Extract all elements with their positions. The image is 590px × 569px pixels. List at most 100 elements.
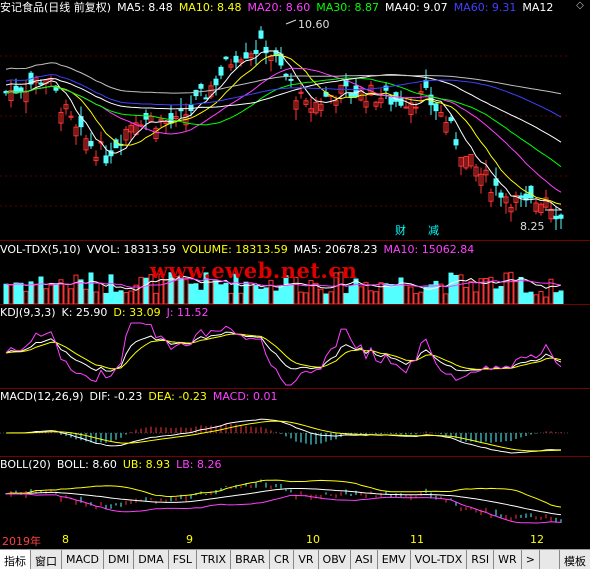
- tab-dma[interactable]: DMA: [134, 550, 169, 569]
- volume-bar: [413, 293, 419, 304]
- volume-bar: [533, 294, 539, 304]
- tab-more-arrow-icon[interactable]: >: [522, 550, 540, 569]
- volume-bar: [193, 283, 199, 304]
- tab-cr[interactable]: CR: [270, 550, 295, 569]
- volume-bar: [73, 274, 79, 304]
- tab-wr[interactable]: WR: [494, 550, 522, 569]
- volume-bar: [328, 291, 334, 304]
- vol-indicator-value: VOLUME: 18313.59: [182, 243, 288, 256]
- tab-vol-tdx[interactable]: VOL-TDX: [411, 550, 468, 569]
- tab-dmi[interactable]: DMI: [104, 550, 135, 569]
- volume-bar: [88, 272, 94, 304]
- tab-asi[interactable]: ASI: [351, 550, 378, 569]
- volume-bar: [393, 284, 399, 304]
- volume-bar: [288, 285, 294, 304]
- tab-indicator[interactable]: 指标: [0, 550, 31, 569]
- reduce-marker[interactable]: 减: [428, 222, 439, 238]
- kdj-indicator-value: J: 11.52: [166, 306, 209, 319]
- volume-bar: [23, 290, 29, 304]
- tab-template[interactable]: 模板: [559, 550, 590, 569]
- main-indicator-value: MA60: 9.31: [453, 1, 517, 14]
- tab-fsl[interactable]: FSL: [169, 550, 197, 569]
- candle-body: [213, 78, 219, 86]
- macd-chart[interactable]: [0, 405, 570, 455]
- boll-upper-line: [5, 479, 562, 508]
- volume-bar: [13, 282, 19, 304]
- volume-bar: [518, 276, 524, 304]
- volume-bar: [343, 293, 349, 304]
- boll-chart[interactable]: [0, 473, 570, 531]
- volume-bar: [303, 292, 309, 304]
- price-chart[interactable]: [0, 16, 570, 242]
- boll-mid-line: [5, 487, 562, 516]
- tab-obv[interactable]: OBV: [319, 550, 351, 569]
- candle-body: [453, 139, 459, 146]
- candle-body: [348, 93, 354, 97]
- volume-bar: [263, 287, 269, 304]
- vol-indicator-value: VVOL: 18313.59: [86, 243, 177, 256]
- volume-bar: [513, 281, 519, 304]
- date-label-oct: 10: [306, 533, 320, 546]
- candle-body: [243, 52, 249, 59]
- volume-bar: [253, 285, 259, 304]
- volume-bar: [553, 292, 559, 304]
- volume-bar: [468, 281, 474, 304]
- macd-indicators: DIF: -0.23 DEA: -0.23 MACD: 0.01: [90, 390, 284, 403]
- candle-body: [178, 109, 184, 112]
- volume-bar: [228, 292, 234, 304]
- macd-header: MACD(12,26,9) DIF: -0.23 DEA: -0.23 MACD: 0…: [0, 389, 290, 405]
- volume-bar: [423, 286, 429, 304]
- kdj-indicators: K: 25.90 D: 33.09 J: 11.52: [62, 306, 215, 319]
- candle-body: [188, 104, 194, 112]
- main-header: 安记食品(日线 前复权) MA5: 8.48 MA10: 8.48 MA20: 8.6…: [0, 0, 565, 16]
- low-price-label: 8.25: [520, 220, 545, 233]
- volume-bar: [458, 274, 464, 304]
- vol-indicators: VVOL: 18313.59 VOLUME: 18313.59 MA5: 20678…: [87, 243, 481, 256]
- vol-header: VOL-TDX(5,10) VVOL: 18313.59 VOLUME: 18313…: [0, 242, 486, 258]
- volume-bar: [213, 280, 219, 304]
- date-label-sep: 9: [186, 533, 193, 546]
- tab-vr[interactable]: VR: [294, 550, 319, 569]
- volume-bar: [128, 290, 134, 304]
- volume-bar: [508, 271, 514, 304]
- date-label-dec: 12: [530, 533, 544, 546]
- tab-macd[interactable]: MACD: [62, 550, 104, 569]
- tab-window[interactable]: 窗口: [31, 550, 62, 569]
- boll-indicators: BOLL: 8.60 UB: 8.93 LB: 8.26: [57, 458, 228, 471]
- volume-bar: [503, 272, 509, 304]
- volume-bar: [543, 296, 549, 304]
- volume-bar: [373, 291, 379, 304]
- volume-bar: [453, 274, 459, 304]
- main-indicator-value: MA10: 8.48: [178, 1, 242, 14]
- volume-bar: [8, 284, 14, 304]
- boll-name: BOLL(20): [0, 458, 51, 471]
- volume-bar: [298, 291, 304, 304]
- candle-body: [258, 30, 264, 39]
- tab-emv[interactable]: EMV: [378, 550, 411, 569]
- candle-body: [103, 155, 109, 164]
- volume-bar: [313, 282, 319, 304]
- tab-rsi[interactable]: RSI: [467, 550, 495, 569]
- volume-bar: [198, 289, 204, 304]
- candle-body: [518, 195, 524, 198]
- volume-bar: [18, 282, 24, 304]
- finance-marker[interactable]: 财: [395, 222, 406, 238]
- volume-bar: [143, 277, 149, 304]
- volume-bar: [428, 284, 434, 304]
- kdj-chart[interactable]: [0, 321, 570, 387]
- diamond-icon[interactable]: ◇: [570, 0, 590, 16]
- volume-bar: [408, 286, 414, 304]
- candle-body: [233, 55, 239, 63]
- stock-title: 安记食品(日线 前复权): [0, 1, 112, 14]
- high-price-label: 10.60: [298, 18, 330, 31]
- main-indicator-value: MA20: 8.60: [247, 1, 311, 14]
- tab-trix[interactable]: TRIX: [197, 550, 232, 569]
- volume-bar: [268, 279, 274, 304]
- volume-bar: [438, 283, 444, 304]
- volume-bar: [258, 288, 264, 304]
- tab-brar[interactable]: BRAR: [231, 550, 271, 569]
- volume-bar: [388, 284, 394, 304]
- candle-body: [553, 215, 559, 220]
- volume-bar: [443, 293, 449, 304]
- candle-body: [143, 113, 149, 120]
